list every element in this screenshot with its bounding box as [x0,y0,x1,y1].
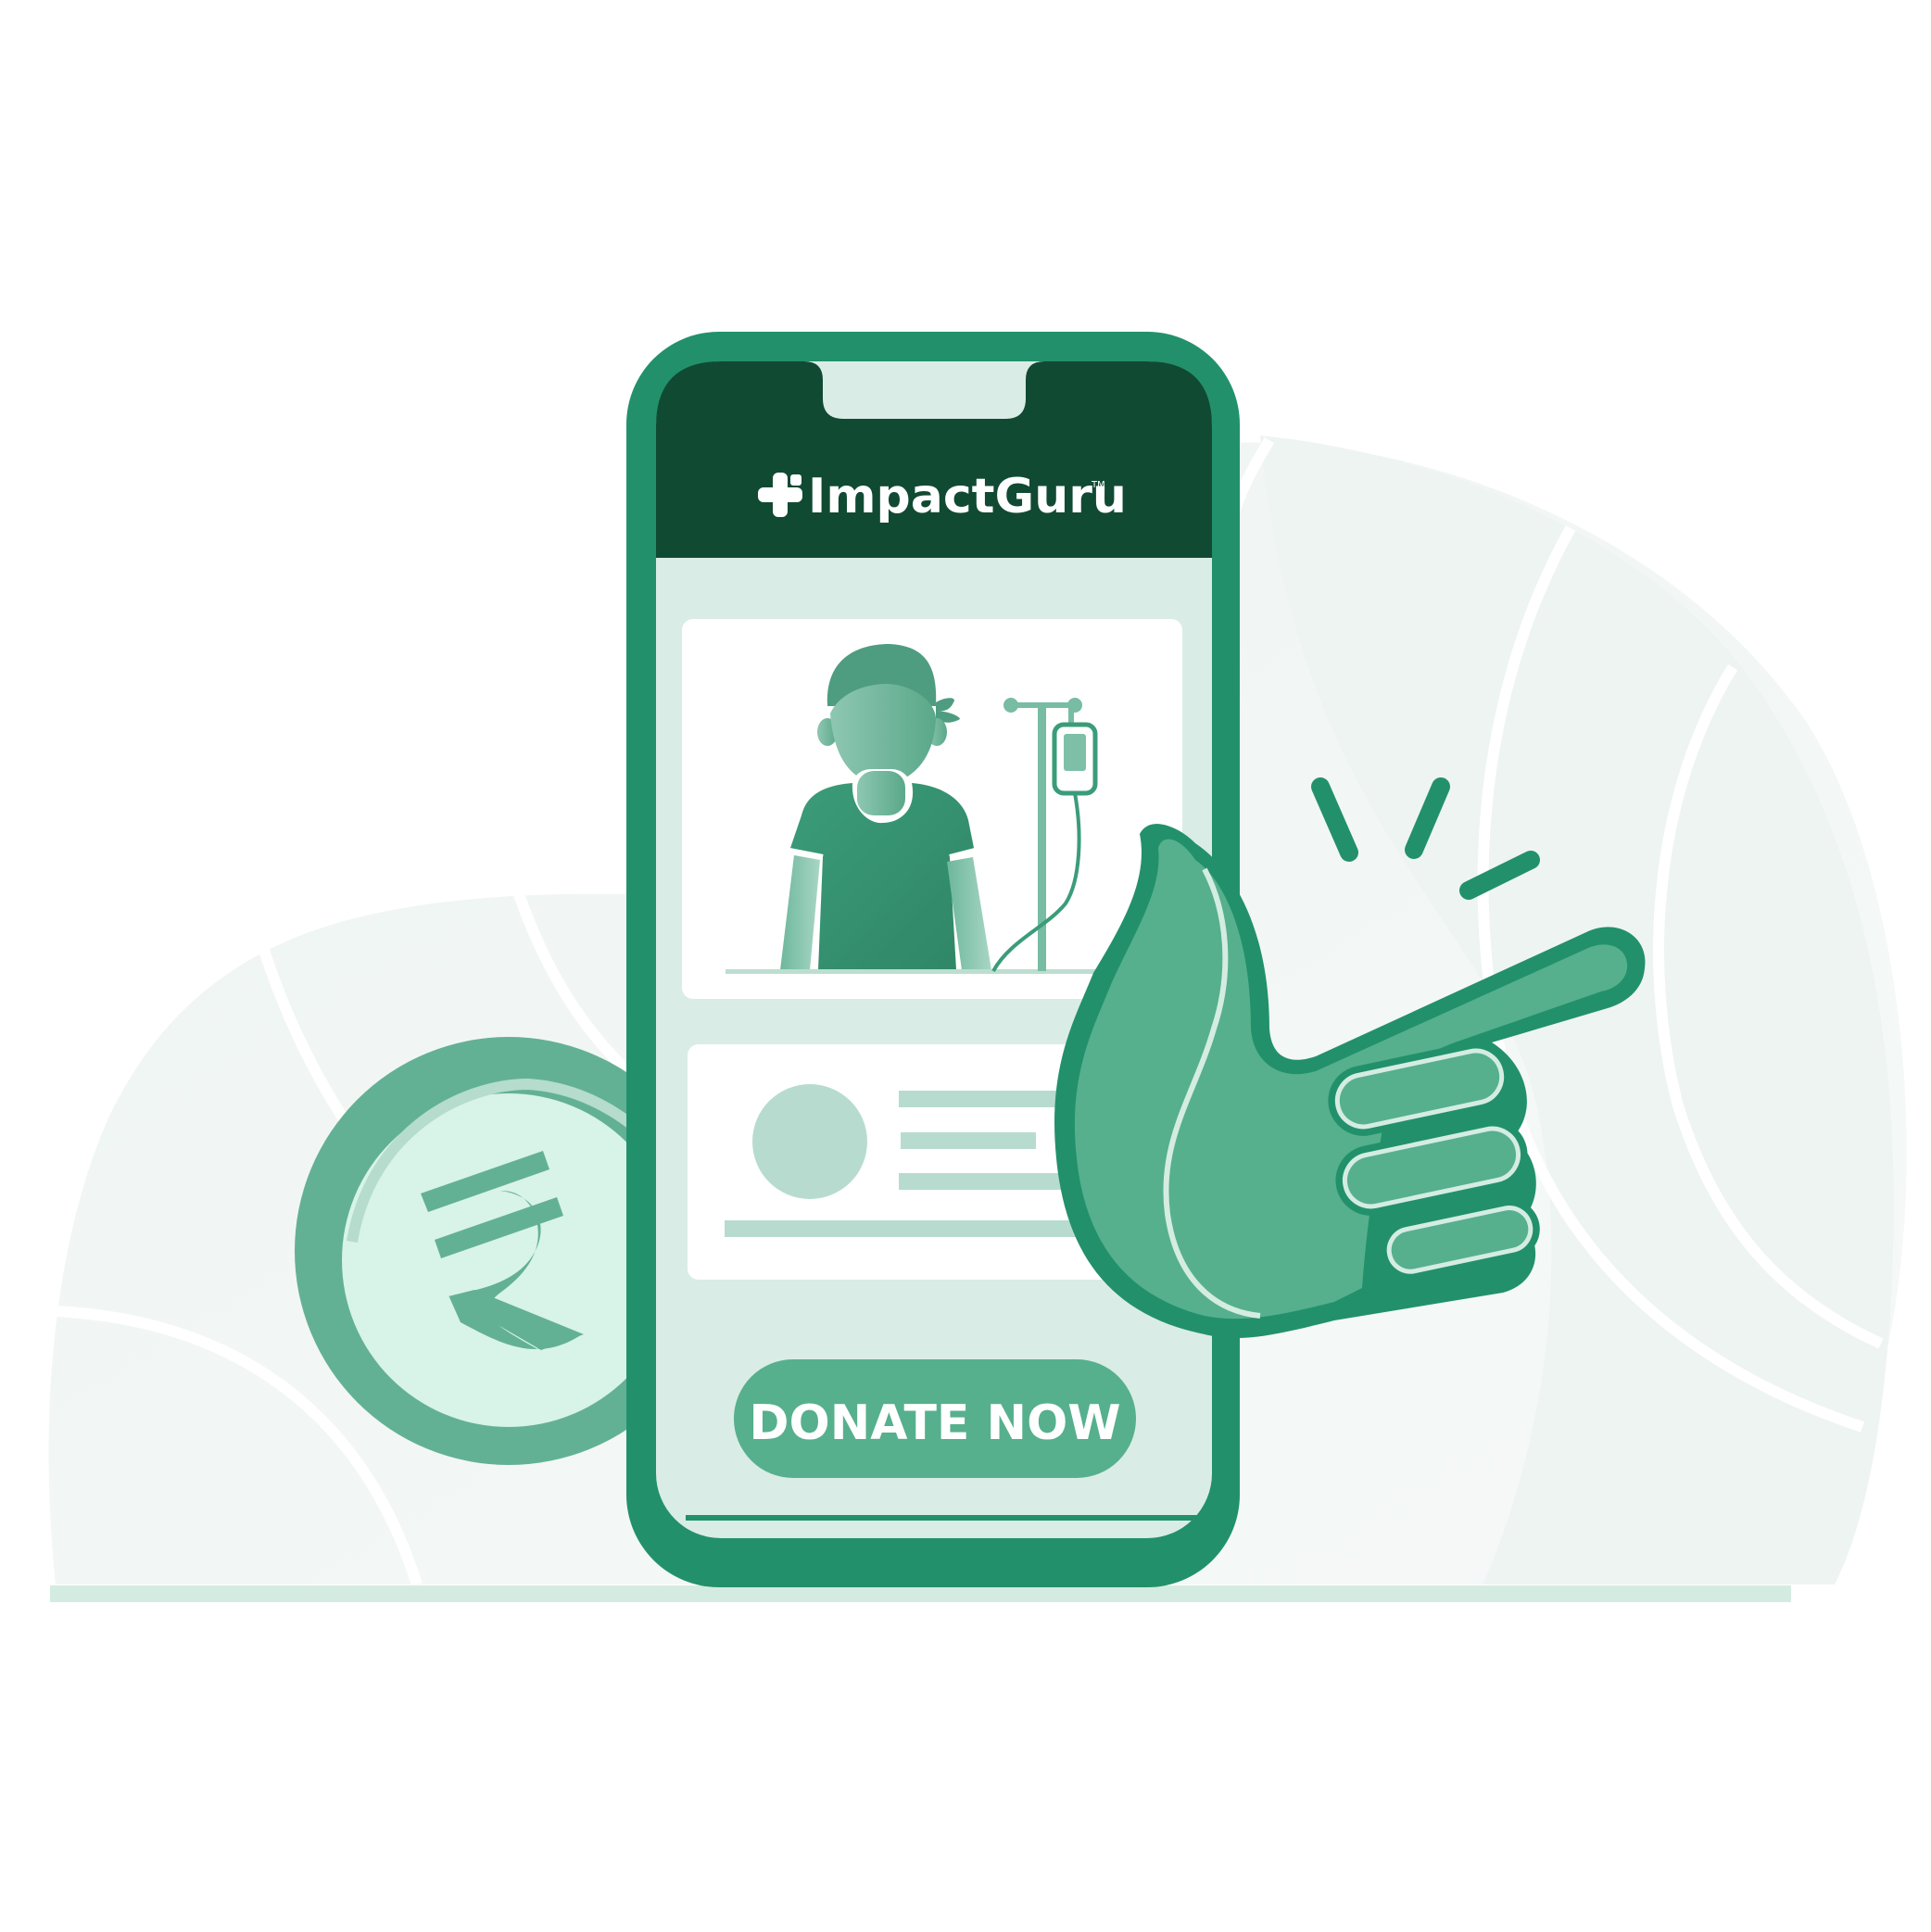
donate-now-button[interactable]: DONATE NOW [734,1359,1136,1478]
text-line-placeholder [901,1132,1036,1149]
donate-now-label: DONATE NOW [749,1395,1120,1451]
donation-illustration: ImpactGuru TM .com DONATE NOW [0,0,1931,1932]
brand-domain: .com [1094,487,1104,508]
brand-name: ImpactGuru [808,469,1127,524]
patient-card [682,619,1182,999]
brand-logo: ImpactGuru TM .com [758,469,1127,524]
avatar-placeholder [752,1084,867,1199]
